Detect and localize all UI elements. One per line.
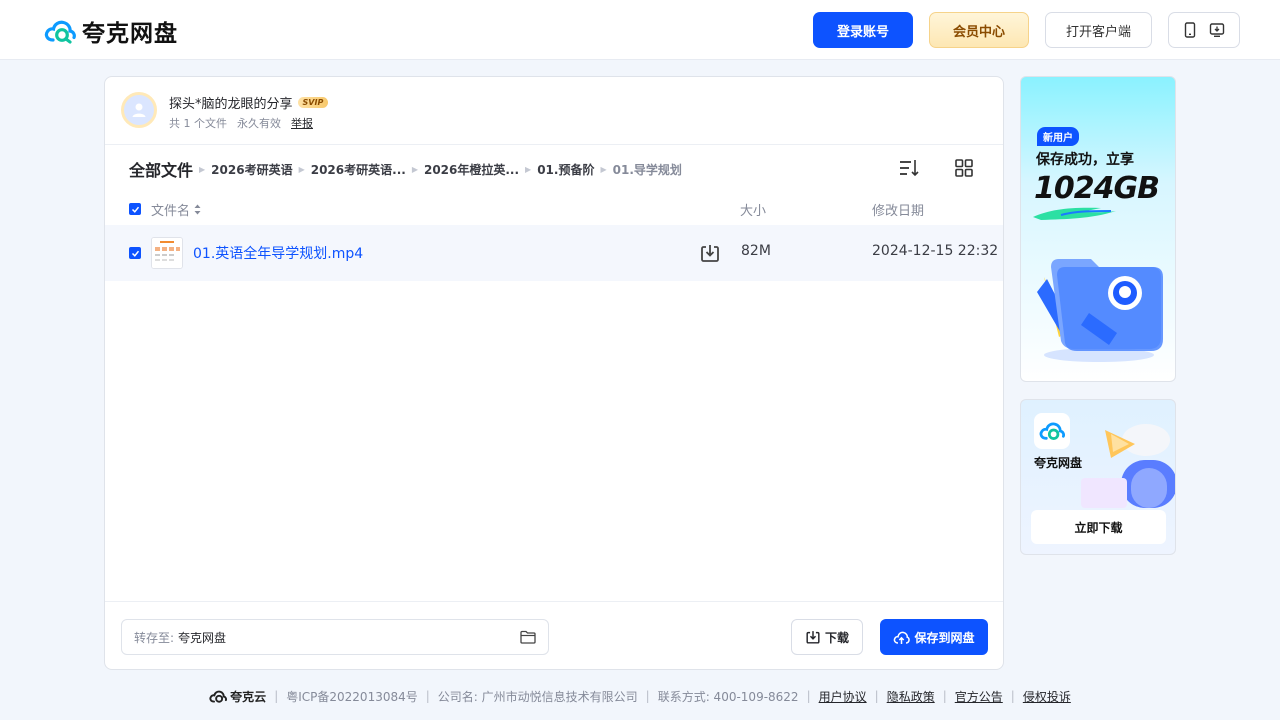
avatar [121, 92, 157, 128]
privacy-policy-link[interactable]: 隐私政策 [887, 688, 935, 705]
separator: | [942, 689, 947, 703]
cloud-folder-illustration [1037, 259, 1163, 362]
breadcrumb-item[interactable]: 01.预备阶 [537, 161, 594, 178]
app-name: 夸克网盘 [1034, 456, 1083, 470]
cloud-upload-icon [894, 631, 911, 644]
svip-badge: SVIP [297, 96, 329, 108]
select-all-checkbox[interactable] [129, 203, 141, 215]
table-row[interactable]: 01.英语全年导学规划.mp4 82M 2024-12-15 22:32 [105, 225, 1003, 281]
new-user-tag: 新用户 [1037, 127, 1079, 146]
app-download-promo[interactable]: 夸克网盘 立即下载 [1020, 399, 1176, 555]
folder-icon[interactable] [520, 630, 536, 644]
separator: | [274, 689, 279, 703]
grid-view-icon[interactable] [955, 159, 973, 177]
validity: 永久有效 [237, 117, 281, 130]
sharer-name: 探头*脑的龙眼的分享 [169, 96, 293, 112]
mobile-icon[interactable] [1183, 22, 1197, 38]
swoosh-decoration [1033, 207, 1116, 220]
save-to-drive-button[interactable]: 保存到网盘 [880, 619, 988, 655]
separator: | [425, 689, 430, 703]
separator: | [1010, 689, 1015, 703]
breadcrumb: 全部文件 ▶ 2026考研英语 ▶ 2026考研英语... ▶ 2026年橙拉英… [129, 157, 682, 181]
breadcrumb-current: 01.导学规划 [612, 162, 682, 177]
save-to-selector[interactable]: 转存至: 夸克网盘 [121, 619, 549, 655]
video-thumbnail [151, 237, 183, 269]
quark-cloud-icon [1039, 422, 1065, 440]
divider [105, 144, 1003, 145]
column-size: 大小 [740, 204, 767, 219]
promo-line: 保存成功，立享 [1036, 152, 1134, 168]
breadcrumb-item[interactable]: 2026考研英语 [211, 161, 292, 178]
app-logo [1034, 413, 1070, 449]
footer-brand: 夸克云 [209, 688, 266, 705]
sharer-info: 探头*脑的龙眼的分享 SVIP 共 1 个文件 永久有效 举报 [121, 92, 329, 131]
top-header: 夸克网盘 登录账号 会员中心 打开客户端 [0, 0, 1280, 60]
breadcrumb-root[interactable]: 全部文件 [129, 157, 193, 181]
quark-cloud-icon [44, 20, 76, 44]
chevron-right-icon: ▶ [525, 164, 532, 174]
table-header: 文件名 大小 修改日期 [105, 199, 1003, 221]
chevron-right-icon: ▶ [411, 164, 418, 174]
separator: | [874, 689, 879, 703]
chevron-right-icon: ▶ [199, 164, 206, 174]
save-to-drive-label: 保存到网盘 [914, 630, 975, 645]
save-to-value: 夸克网盘 [178, 630, 227, 645]
action-bar: 转存至: 夸克网盘 下载 保存到网盘 [105, 601, 1003, 669]
breadcrumb-item[interactable]: 2026年橙拉英... [424, 161, 519, 178]
column-date: 修改日期 [872, 204, 925, 219]
login-button[interactable]: 登录账号 [813, 12, 913, 48]
download-button[interactable]: 下载 [791, 619, 863, 655]
sort-icon[interactable] [899, 159, 919, 177]
chevron-right-icon: ▶ [298, 164, 305, 174]
breadcrumb-item[interactable]: 2026考研英语... [311, 161, 406, 178]
logo-text: 夸克网盘 [82, 21, 178, 47]
download-icon[interactable] [699, 242, 721, 264]
file-date: 2024-12-15 22:32 [872, 243, 999, 259]
download-icon [806, 631, 820, 644]
column-name-label: 文件名 [151, 204, 191, 219]
sort-arrows-icon [194, 204, 201, 215]
download-now-button[interactable]: 立即下载 [1031, 510, 1166, 544]
new-user-promo[interactable]: 新用户 保存成功，立享 1024GB [1020, 76, 1176, 382]
share-panel: 探头*脑的龙眼的分享 SVIP 共 1 个文件 永久有效 举报 全部文件 ▶ 2… [104, 76, 1004, 670]
check-icon [131, 250, 139, 257]
file-size: 82M [741, 243, 771, 259]
report-link[interactable]: 举报 [291, 115, 313, 131]
contact-info: 联系方式: 400-109-8622 [657, 689, 799, 704]
check-icon [131, 206, 139, 213]
user-agreement-link[interactable]: 用户协议 [819, 688, 867, 705]
vip-center-button[interactable]: 会员中心 [929, 12, 1029, 48]
user-icon [132, 103, 146, 117]
promo-capacity: 1024GB [1034, 171, 1160, 206]
page-footer: 夸克云 | 粤ICP备2022013084号 | 公司名: 广州市动悦信息技术有… [0, 686, 1280, 706]
icp-number: 粤ICP备2022013084号 [286, 689, 418, 704]
download-button-label: 下载 [824, 630, 849, 645]
company-name: 公司名: 广州市动悦信息技术有限公司 [437, 689, 638, 704]
open-client-button[interactable]: 打开客户端 [1045, 12, 1152, 48]
column-name[interactable]: 文件名 [151, 200, 201, 219]
chevron-right-icon: ▶ [600, 164, 607, 174]
save-to-label: 转存至: [134, 630, 175, 645]
separator: | [806, 689, 811, 703]
logo[interactable]: 夸克网盘 [44, 16, 178, 47]
announcement-link[interactable]: 官方公告 [955, 688, 1003, 705]
video-thumbnail-icon [152, 238, 182, 268]
file-count: 共 1 个文件 [169, 117, 227, 130]
infringement-link[interactable]: 侵权投诉 [1023, 688, 1071, 705]
desktop-download-icon[interactable] [1209, 22, 1225, 38]
app-illustration [1081, 424, 1175, 508]
separator: | [645, 689, 650, 703]
device-buttons [1168, 12, 1240, 48]
view-controls [899, 159, 973, 177]
row-checkbox[interactable] [129, 247, 141, 259]
footer-brand-text: 夸克云 [230, 689, 267, 704]
quark-cloud-icon [209, 690, 228, 703]
file-name[interactable]: 01.英语全年导学规划.mp4 [193, 243, 363, 263]
